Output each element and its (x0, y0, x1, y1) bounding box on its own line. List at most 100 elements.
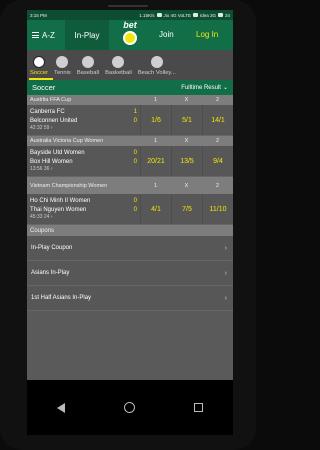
away-score: 0 (133, 117, 137, 124)
competition-header[interactable]: Austrlia FFA Cup 1 X 2 (27, 95, 233, 105)
competition-name: Austrlia FFA Cup (30, 97, 72, 103)
status-speed: 1.15K/s (139, 12, 155, 18)
status-network2: Idea 3G (199, 12, 216, 18)
home-team: Canberra FC (30, 108, 65, 115)
phone-speaker (108, 5, 148, 7)
col-home: 1 (153, 182, 158, 189)
odds-home[interactable]: 1/6 (140, 105, 171, 135)
az-label: A-Z (42, 30, 55, 40)
chevron-right-icon: › (224, 244, 227, 252)
logo-text: bet (123, 20, 137, 30)
bet-logo[interactable]: bet (115, 20, 145, 50)
az-menu-button[interactable]: A-Z (27, 31, 65, 40)
android-nav-bar (27, 380, 233, 435)
col-draw: X (184, 97, 189, 103)
competition-name: Vietnam Championship Women (30, 182, 108, 189)
tab-label: Soccer (30, 70, 49, 76)
basketball-icon (112, 56, 125, 68)
coupon-label: 1st Half Asians In-Play (31, 295, 92, 301)
col-home: 1 (153, 97, 158, 103)
logo-circle-icon (123, 31, 137, 45)
match-clock: 13:56 36 › (30, 166, 53, 172)
battery-icon (217, 13, 223, 17)
col-away: 2 (215, 182, 220, 189)
chevron-right-icon: › (224, 269, 227, 277)
chevron-right-icon: › (224, 294, 227, 302)
home-team: Bayside Utd Women (30, 149, 85, 156)
event-row[interactable]: Ho Chi Minh II Women 0 Thai Nguyen Women… (27, 194, 233, 225)
event-row[interactable]: Bayside Utd Women 0 Box Hill Women 0 13:… (27, 146, 233, 177)
match-clock: 45:33 24 › (30, 214, 53, 220)
inplay-label: In-Play (74, 30, 100, 40)
beach-volleyball-icon (150, 56, 163, 68)
app-screen: 3:15 PM 1.15K/s Jio 4G VoLTE Idea 3G 34 … (27, 10, 233, 380)
tab-tennis[interactable]: Tennis (51, 56, 74, 76)
odds-draw[interactable]: 7/5 (171, 194, 202, 224)
tab-beach-volleyball[interactable]: Beach Volley... (135, 56, 179, 76)
tab-baseball[interactable]: Baseball (74, 56, 102, 76)
active-tab-indicator (29, 78, 53, 80)
col-away: 2 (215, 138, 220, 144)
baseball-icon (81, 56, 94, 68)
back-icon[interactable] (56, 402, 65, 413)
status-network: Jio 4G VoLTE (163, 12, 191, 18)
home-score: 1 (133, 108, 137, 115)
tab-label: Beach Volley... (137, 70, 176, 76)
odds-away[interactable]: 11/10 (202, 194, 233, 224)
status-time: 3:15 PM (30, 12, 47, 18)
signal-icon (192, 13, 198, 17)
competition-name: Australia Victoria Cup Women (30, 138, 104, 144)
odds-away[interactable]: 14/1 (202, 105, 233, 135)
tab-label: Baseball (76, 70, 100, 76)
chevron-down-icon: ⌄ (222, 85, 228, 91)
coupon-label: In-Play Coupon (31, 245, 73, 251)
away-team: Thai Nguyen Women (30, 206, 87, 213)
away-team: Box Hill Women (30, 158, 73, 165)
coupon-label: Asians In-Play (31, 270, 70, 276)
col-away: 2 (215, 97, 220, 103)
filter-label: Fulltime Result (181, 84, 221, 91)
competition-header[interactable]: Australia Victoria Cup Women 1 X 2 (27, 136, 233, 146)
top-nav: A-Z In-Play bet Join Log In (27, 20, 233, 50)
market-filter-dropdown[interactable]: Fulltime Result ⌄ (181, 84, 228, 92)
odds-home[interactable]: 20/21 (140, 146, 171, 176)
home-team: Ho Chi Minh II Women (30, 197, 91, 204)
recent-apps-icon[interactable] (194, 403, 204, 412)
home-icon[interactable] (123, 402, 135, 413)
soccer-ball-icon (33, 56, 46, 68)
col-home: 1 (153, 138, 158, 144)
competition-header[interactable]: Vietnam Championship Women 1 X 2 (27, 177, 233, 194)
coupons-header: Coupons (27, 225, 233, 236)
event-teams[interactable]: Canberra FC 1 Belconnen United 0 42:32 5… (27, 105, 140, 135)
tab-label: Basketball (105, 70, 132, 76)
away-team: Belconnen United (30, 117, 78, 124)
home-score: 0 (133, 149, 137, 156)
status-bar: 3:15 PM 1.15K/s Jio 4G VoLTE Idea 3G 34 (27, 10, 233, 20)
tab-soccer[interactable]: Soccer (27, 56, 51, 76)
away-score: 0 (133, 206, 137, 213)
away-score: 0 (133, 158, 137, 165)
odds-home[interactable]: 4/1 (140, 194, 171, 224)
col-draw: X (184, 138, 189, 144)
event-row[interactable]: Canberra FC 1 Belconnen United 0 42:32 5… (27, 105, 233, 136)
inplay-tab[interactable]: In-Play (65, 20, 109, 50)
login-button[interactable]: Log In (196, 30, 218, 39)
join-button[interactable]: Join (159, 30, 174, 39)
section-header: Soccer Fulltime Result ⌄ (27, 80, 233, 95)
coupon-1st-half-asians[interactable]: 1st Half Asians In-Play › (27, 286, 233, 311)
odds-away[interactable]: 9/4 (202, 146, 233, 176)
event-teams[interactable]: Bayside Utd Women 0 Box Hill Women 0 13:… (27, 146, 140, 176)
hamburger-menu-icon (32, 32, 39, 38)
col-draw: X (184, 182, 189, 189)
event-teams[interactable]: Ho Chi Minh II Women 0 Thai Nguyen Women… (27, 194, 140, 224)
wifi-icon (156, 13, 162, 17)
tennis-ball-icon (56, 56, 69, 68)
tab-basketball[interactable]: Basketball (102, 56, 135, 76)
odds-draw[interactable]: 13/5 (171, 146, 202, 176)
section-title: Soccer (32, 83, 56, 92)
odds-draw[interactable]: 5/1 (171, 105, 202, 135)
coupon-inplay[interactable]: In-Play Coupon › (27, 236, 233, 261)
match-clock: 42:32 59 › (30, 125, 53, 131)
coupon-asians-inplay[interactable]: Asians In-Play › (27, 261, 233, 286)
tab-label: Tennis (54, 70, 71, 76)
